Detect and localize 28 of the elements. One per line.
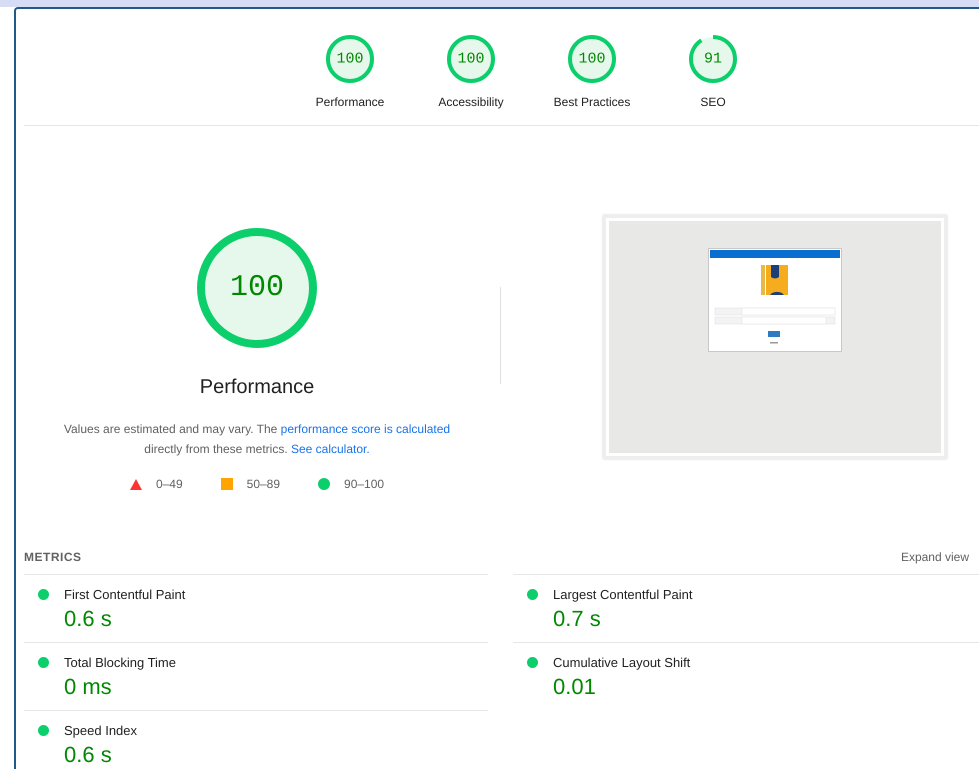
metric-name: First Contentful Paint [64,587,186,602]
legend-label: 50–89 [246,477,280,491]
metric-value: 0.01 [553,674,597,700]
description-link[interactable]: See calculator. [290,442,370,456]
metric-value: 0.6 s [64,742,113,768]
legend-label: 90–100 [344,477,384,491]
metric-name: Largest Contentful Paint [553,587,694,602]
score-value: 100 [228,271,285,305]
score-value: 100 [456,50,486,68]
metric-value: 0.6 s [64,606,113,632]
metric-name: Total Blocking Time [64,655,177,670]
description-link[interactable]: performance score is calculated [280,422,450,436]
metric-value: 0 ms [64,674,113,700]
performance-title: Performance [200,376,314,399]
metrics-heading: METRICS [24,550,82,564]
score-description: Values are estimated and may vary. The performance score is calculated directly from these metrics. See calculator. [62,421,452,458]
metric-name: Cumulative Layout Shift [553,655,692,670]
score-value: 91 [702,50,723,68]
score-value: 100 [335,50,364,68]
category-label: Best Practices [554,95,630,109]
metric-value: 0.7 s [553,606,602,632]
score-value: 100 [577,50,606,68]
metric-name: Speed Index [64,723,138,738]
legend-label: 0–49 [156,477,183,491]
category-label: SEO [700,95,726,109]
category-label: Accessibility [438,95,504,109]
expand-view-toggle[interactable]: Expand view [900,550,969,564]
category-label: Performance [316,95,384,109]
